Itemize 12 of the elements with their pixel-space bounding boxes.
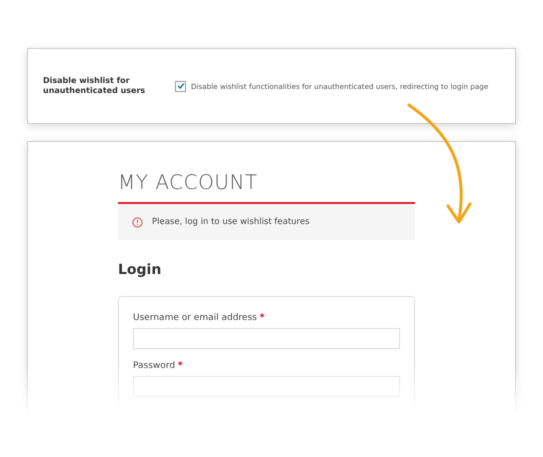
- section-heading: Login: [118, 262, 162, 278]
- page-title: MY ACCOUNT: [118, 170, 259, 194]
- input-field[interactable]: [133, 376, 400, 397]
- notice-text: Please, log in to use wishlist features: [152, 217, 310, 227]
- field-label: Username or email address: [133, 313, 257, 323]
- warning-icon: [132, 216, 143, 228]
- checkbox[interactable]: [175, 80, 186, 92]
- field-label: Password: [133, 361, 176, 371]
- setting-label: Disable wishlist for unauthenticated users: [43, 76, 146, 96]
- input-field[interactable]: [133, 328, 400, 349]
- required-mark: *: [178, 361, 183, 371]
- required-mark: *: [260, 313, 264, 323]
